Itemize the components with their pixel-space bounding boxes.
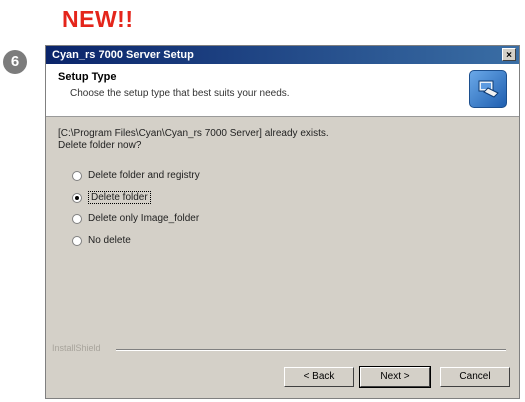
header-title: Setup Type [58, 71, 117, 83]
option-delete-folder[interactable]: Delete folder [72, 191, 151, 204]
header-description: Choose the setup type that best suits yo… [70, 88, 290, 99]
message-line-1: [C:\Program Files\Cyan\Cyan_rs 7000 Serv… [58, 128, 329, 139]
option-label: No delete [88, 235, 131, 246]
dialog-header: Setup Type Choose the setup type that be… [46, 64, 519, 117]
window-title: Cyan_rs 7000 Server Setup [52, 49, 194, 61]
option-label: Delete folder [88, 191, 151, 204]
radio-button[interactable] [72, 213, 82, 224]
back-button[interactable]: < Back [284, 367, 354, 387]
new-badge: NEW!! [62, 6, 134, 32]
option-label: Delete folder and registry [88, 170, 200, 181]
message-line-2: Delete folder now? [58, 140, 142, 151]
radio-button-selected[interactable] [72, 192, 82, 203]
option-delete-only-image-folder[interactable]: Delete only Image_folder [72, 213, 199, 224]
next-button[interactable]: Next > [359, 366, 431, 388]
radio-button[interactable] [72, 235, 82, 246]
step-number-badge: 6 [3, 50, 27, 74]
close-icon[interactable]: × [502, 48, 516, 61]
option-label: Delete only Image_folder [88, 213, 200, 224]
option-no-delete[interactable]: No delete [72, 235, 131, 246]
message-text: [C:\Program Files\Cyan\Cyan_rs 7000 Serv… [58, 128, 329, 152]
setup-dialog: Cyan_rs 7000 Server Setup × Setup Type C… [45, 45, 520, 399]
installshield-label: InstallShield [52, 343, 101, 353]
footer-divider [116, 349, 506, 351]
setup-icon [469, 70, 507, 108]
radio-button[interactable] [72, 170, 82, 181]
cancel-button[interactable]: Cancel [440, 367, 510, 387]
title-bar: Cyan_rs 7000 Server Setup × [46, 46, 519, 64]
option-delete-folder-and-registry[interactable]: Delete folder and registry [72, 170, 200, 181]
